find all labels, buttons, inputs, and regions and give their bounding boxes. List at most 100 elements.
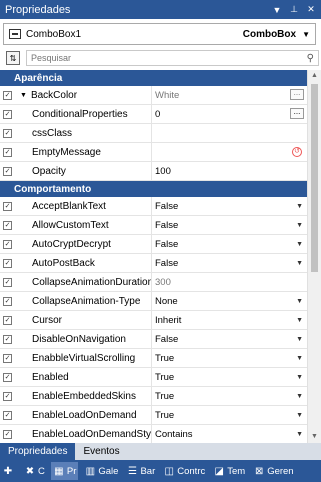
scroll-up-icon[interactable]: ▲ — [308, 70, 321, 82]
property-checkbox[interactable]: ✓ — [0, 273, 15, 291]
checkmark-icon[interactable]: ✓ — [3, 201, 12, 211]
property-checkbox[interactable]: ✓ — [0, 406, 15, 424]
property-row[interactable]: ✓ CollapseAnimationDuration 300 — [0, 273, 307, 292]
property-value[interactable]: False ▼ — [152, 197, 307, 215]
checkmark-icon[interactable]: ✓ — [3, 391, 12, 401]
property-value[interactable]: True ▼ — [152, 387, 307, 405]
checkmark-icon[interactable]: ✓ — [3, 315, 12, 325]
search-box[interactable]: ⚲ — [26, 50, 319, 66]
checkmark-icon[interactable]: ✓ — [3, 258, 12, 268]
checkmark-icon[interactable]: ✓ — [3, 239, 12, 249]
property-row[interactable]: ✓ AutoCryptDecrypt False ▼ — [0, 235, 307, 254]
property-checkbox[interactable]: ✓ — [0, 86, 15, 104]
property-row[interactable]: ✓ AcceptBlankText False ▼ — [0, 197, 307, 216]
property-value[interactable]: White... — [152, 86, 307, 104]
property-value[interactable]: Contains ▼ — [152, 425, 307, 443]
property-checkbox[interactable]: ✓ — [0, 197, 15, 215]
chevron-down-icon[interactable]: ▼ — [296, 374, 303, 381]
property-checkbox[interactable]: ✓ — [0, 254, 15, 272]
checkmark-icon[interactable]: ✓ — [3, 90, 12, 100]
sort-alphabetical-icon[interactable]: ⇅ — [6, 51, 20, 65]
property-row[interactable]: ✓ AutoPostBack False ▼ — [0, 254, 307, 273]
property-row[interactable]: ✓ EnabbleVirtualScrolling True ▼ — [0, 349, 307, 368]
property-row[interactable]: ✓ EnableLoadOnDemand True ▼ — [0, 406, 307, 425]
toolbar-button[interactable]: ✖ C — [22, 462, 47, 480]
checkmark-icon[interactable]: ✓ — [3, 128, 12, 138]
property-checkbox[interactable]: ✓ — [0, 235, 15, 253]
property-checkbox[interactable]: ✓ — [0, 162, 15, 180]
scroll-thumb[interactable] — [311, 84, 318, 272]
checkmark-icon[interactable]: ✓ — [3, 166, 12, 176]
toolbar-button[interactable]: ⊠ Geren — [251, 462, 295, 480]
tab-1[interactable]: Eventos — [75, 443, 127, 460]
scroll-down-icon[interactable]: ▼ — [308, 431, 321, 443]
property-value[interactable]: False ▼ — [152, 254, 307, 272]
property-value[interactable] — [152, 124, 307, 142]
chevron-down-icon[interactable]: ▼ — [296, 336, 303, 343]
checkmark-icon[interactable]: ✓ — [3, 109, 12, 119]
checkmark-icon[interactable]: ✓ — [3, 372, 12, 382]
chevron-down-icon[interactable]: ▼ — [296, 298, 303, 305]
property-value[interactable]: ↺ — [152, 143, 307, 161]
property-row[interactable]: ✓ EmptyMessage ↺ — [0, 143, 307, 162]
pin-icon[interactable]: ⊥ — [287, 3, 301, 17]
property-checkbox[interactable]: ✓ — [0, 349, 15, 367]
object-selector[interactable]: ComboBox1 ComboBox ▼ — [3, 23, 316, 45]
property-checkbox[interactable]: ✓ — [0, 105, 15, 123]
property-row[interactable]: ✓ Cursor Inherit ▼ — [0, 311, 307, 330]
chevron-down-icon[interactable]: ▼ — [296, 355, 303, 362]
dropdown-icon[interactable]: ▼ — [270, 3, 284, 17]
property-checkbox[interactable]: ✓ — [0, 216, 15, 234]
property-checkbox[interactable]: ✓ — [0, 368, 15, 386]
checkmark-icon[interactable]: ✓ — [3, 334, 12, 344]
property-checkbox[interactable]: ✓ — [0, 330, 15, 348]
chevron-down-icon[interactable]: ▼ — [296, 431, 303, 438]
chevron-down-icon[interactable]: ▼ — [296, 412, 303, 419]
toolbar-button[interactable]: ▦ Pr — [50, 462, 79, 480]
property-value[interactable]: None ▼ — [152, 292, 307, 310]
chevron-down-icon[interactable]: ▼ — [296, 393, 303, 400]
property-value[interactable]: 300 — [152, 273, 307, 291]
property-row[interactable]: ✓ EnableLoadOnDemandStyle Contains ▼ — [0, 425, 307, 443]
property-checkbox[interactable]: ✓ — [0, 387, 15, 405]
category-header[interactable]: Comportamento — [0, 181, 307, 197]
checkmark-icon[interactable]: ✓ — [3, 220, 12, 230]
toolbar-button[interactable]: ✚ — [0, 462, 18, 480]
property-value[interactable]: False ▼ — [152, 330, 307, 348]
chevron-down-icon[interactable]: ▼ — [302, 30, 310, 39]
checkmark-icon[interactable]: ✓ — [3, 410, 12, 420]
chevron-down-icon[interactable]: ▼ — [296, 203, 303, 210]
property-value[interactable]: True ▼ — [152, 406, 307, 424]
vertical-scrollbar[interactable]: ▲ ▼ — [307, 70, 321, 443]
property-value[interactable]: 0... — [152, 105, 307, 123]
property-value[interactable]: False ▼ — [152, 235, 307, 253]
category-header[interactable]: Aparência — [0, 70, 307, 86]
tab-0[interactable]: Propriedades — [0, 443, 76, 460]
property-row[interactable]: ✓ ▼ BackColor White... — [0, 86, 307, 105]
checkmark-icon[interactable]: ✓ — [3, 147, 12, 157]
property-checkbox[interactable]: ✓ — [0, 311, 15, 329]
toolbar-button[interactable]: ◪ Tem — [211, 462, 247, 480]
property-row[interactable]: ✓ AllowCustomText False ▼ — [0, 216, 307, 235]
search-icon[interactable]: ⚲ — [307, 53, 314, 64]
chevron-down-icon[interactable]: ▼ — [296, 222, 303, 229]
search-input[interactable] — [27, 52, 307, 64]
chevron-down-icon[interactable]: ▼ — [296, 241, 303, 248]
property-row[interactable]: ✓ Enabled True ▼ — [0, 368, 307, 387]
checkmark-icon[interactable]: ✓ — [3, 296, 12, 306]
property-value[interactable]: True ▼ — [152, 349, 307, 367]
property-checkbox[interactable]: ✓ — [0, 292, 15, 310]
property-checkbox[interactable]: ✓ — [0, 143, 15, 161]
property-row[interactable]: ✓ EnableEmbeddedSkins True ▼ — [0, 387, 307, 406]
ellipsis-button[interactable]: ... — [290, 108, 304, 119]
property-value[interactable]: False ▼ — [152, 216, 307, 234]
checkmark-icon[interactable]: ✓ — [3, 277, 12, 287]
checkmark-icon[interactable]: ✓ — [3, 429, 12, 439]
chevron-down-icon[interactable]: ▼ — [296, 260, 303, 267]
property-row[interactable]: ✓ cssClass — [0, 124, 307, 143]
property-row[interactable]: ✓ CollapseAnimation-Type None ▼ — [0, 292, 307, 311]
close-icon[interactable]: ✕ — [304, 3, 318, 17]
property-value[interactable]: True ▼ — [152, 368, 307, 386]
expand-arrow-icon[interactable]: ▼ — [20, 92, 27, 99]
property-checkbox[interactable]: ✓ — [0, 425, 15, 443]
